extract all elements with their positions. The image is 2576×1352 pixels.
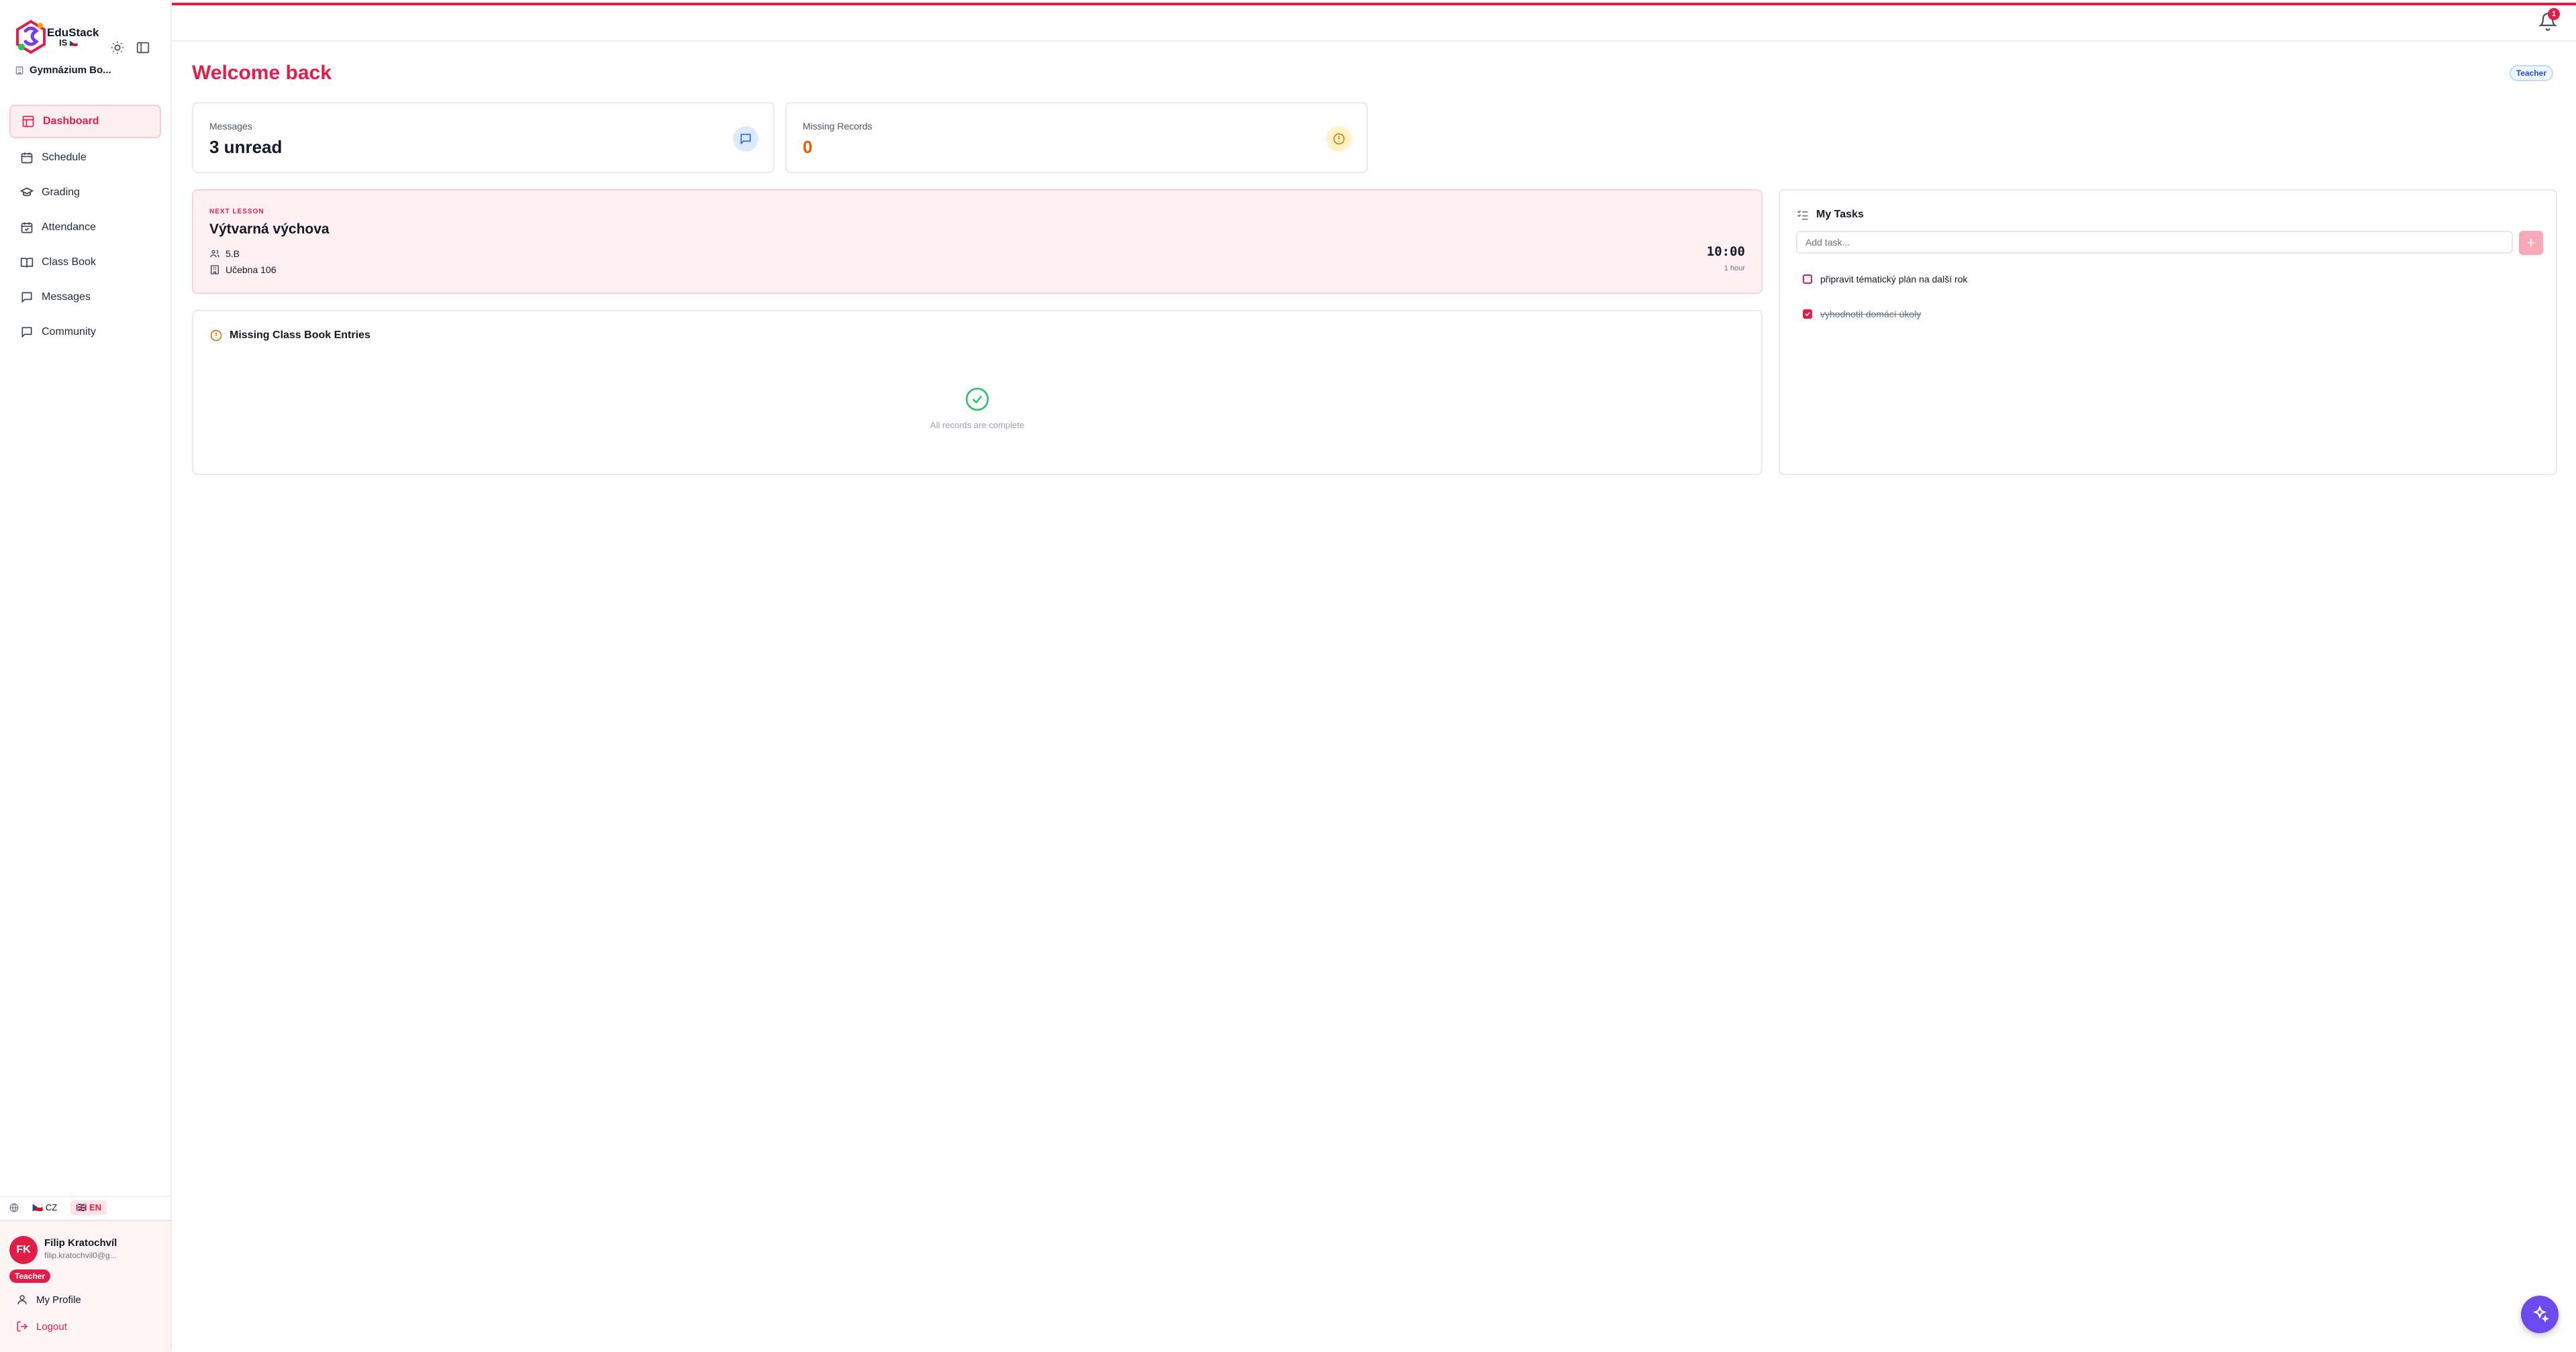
sidebar-item-label: Messages [42,291,91,303]
school-selector[interactable]: Gymnázium Bo... [15,64,111,76]
sidebar-item-label: Class Book [42,256,96,268]
my-profile-label: My Profile [36,1294,81,1306]
message-icon [21,327,32,338]
brand-flag: 🇨🇿 [69,40,79,48]
sidebar-item-grading[interactable]: Grading [9,177,161,208]
language-switcher: 🇨🇿 CZ 🇬🇧 EN [0,1196,170,1218]
missing-records-stat-card[interactable]: Missing Records 0 [785,102,1368,173]
task-text: vyhodnotit domácí úkoly [1820,309,1922,319]
missing-entries-title-text: Missing Class Book Entries [230,329,370,341]
alert-circle-icon [210,329,222,342]
sidebar-item-dashboard[interactable]: Dashboard [9,105,161,138]
lesson-room: Učebna 106 [209,264,277,275]
list-checks-icon [1797,210,1808,220]
brand-sub-text: IS [59,38,68,48]
calendar-icon [21,152,33,164]
sidebar-item-label: Schedule [42,152,87,163]
message-icon [733,126,758,152]
user-panel: FK Filip Kratochvíl filip.kratochvil0@g.… [0,1220,170,1352]
task-checkbox[interactable] [1803,274,1812,284]
edustack-logo-icon [16,19,46,54]
graduation-cap-icon [20,187,34,197]
check-circle-icon [965,387,989,411]
add-task-button[interactable]: + [2519,231,2543,255]
logout-label: Logout [36,1320,67,1333]
dashboard-icon [22,115,34,127]
users-icon [210,250,219,258]
stat-label: Missing Records [803,121,873,132]
lang-en-flag: 🇬🇧 [76,1202,87,1212]
logout-link[interactable]: Logout [16,1320,67,1333]
lesson-duration: 1 hour [1724,264,1745,272]
lesson-class: 5.B [209,248,240,259]
calendar-check-icon [21,222,33,233]
building-icon [15,66,23,74]
school-name: Gymnázium Bo... [30,64,111,76]
sidebar-item-label: Grading [42,187,80,198]
sidebar-item-schedule[interactable]: Schedule [9,142,161,173]
stat-value: 0 [803,137,813,157]
sidebar-item-label: Attendance [42,221,96,233]
sparkles-icon [2533,1305,2549,1323]
logout-icon [17,1321,28,1332]
notification-count: 1 [2548,8,2560,20]
messages-stat-card[interactable]: Messages 3 unread [192,102,775,173]
empty-state-text: All records are complete [930,420,1025,430]
check-icon [1805,312,1810,317]
top-accent-bar [172,3,2576,5]
brand-sub: IS 🇨🇿 [59,38,78,49]
role-badge: Teacher [9,1269,51,1283]
top-bar: 1 [172,0,2576,42]
sidebar-item-attendance[interactable]: Attendance [9,212,161,243]
role-tag: Teacher [2509,65,2553,81]
my-profile-link[interactable]: My Profile [16,1294,81,1306]
my-tasks-title-text: My Tasks [1816,209,1864,220]
sidebar-item-label: Community [42,326,96,337]
building-icon [211,265,219,274]
assistant-fab-button[interactable] [2521,1296,2559,1333]
sidebar: EduStack IS 🇨🇿 Gymnázium Bo... Dashboard… [0,0,172,1352]
lesson-class-text: 5.B [226,248,240,259]
sidebar-item-community[interactable]: Community [9,317,161,348]
sidebar-item-messages[interactable]: Messages [9,282,161,313]
lesson-room-text: Učebna 106 [226,264,277,275]
task-checkbox[interactable] [1803,309,1812,319]
lesson-time: 10:00 [1706,244,1745,259]
lesson-subject: Výtvarná výchova [209,221,330,237]
message-icon [21,292,32,303]
brand-name: EduStack [47,26,99,39]
sidebar-item-label: Dashboard [43,115,99,127]
missing-entries-title: Missing Class Book Entries [209,329,370,342]
lang-cz-flag: 🇨🇿 [32,1202,44,1212]
page-title: Welcome back [192,62,332,84]
next-lesson-card[interactable]: NEXT LESSON Výtvarná výchova 5.B Učebna … [192,189,1763,294]
sidebar-collapse-icon[interactable] [136,40,150,55]
sidebar-item-class-book[interactable]: Class Book [9,247,161,278]
lang-en-code: EN [89,1202,102,1212]
stat-label: Messages [209,121,252,132]
sun-icon[interactable] [110,40,125,55]
user-icon [17,1295,27,1304]
user-email: filip.kratochvil0@g... [44,1251,117,1260]
missing-entries-card: Missing Class Book Entries All records a… [192,310,1763,475]
next-lesson-kicker: NEXT LESSON [209,208,264,215]
task-text: připravit tématický plán na další rok [1820,274,1968,284]
lang-en-button[interactable]: 🇬🇧 EN [70,1200,107,1215]
my-tasks-title: My Tasks [1796,208,1864,221]
lang-cz-code: CZ [45,1202,58,1212]
task-input[interactable] [1796,231,2513,254]
stat-value: 3 unread [209,137,283,157]
book-open-icon [20,258,34,268]
my-tasks-card: My Tasks + připravit tématický plán na d… [1779,189,2557,475]
avatar[interactable]: FK [9,1236,38,1264]
sidebar-nav: Dashboard Schedule Grading Attendance Cl… [9,105,161,352]
globe-icon [9,1203,19,1212]
task-item[interactable]: vyhodnotit domácí úkoly [1803,309,1921,319]
lang-cz-button[interactable]: 🇨🇿 CZ [27,1200,62,1215]
alert-circle-icon [1326,126,1352,152]
user-name: Filip Kratochvíl [44,1237,117,1249]
task-item[interactable]: připravit tématický plán na další rok [1803,274,1967,284]
